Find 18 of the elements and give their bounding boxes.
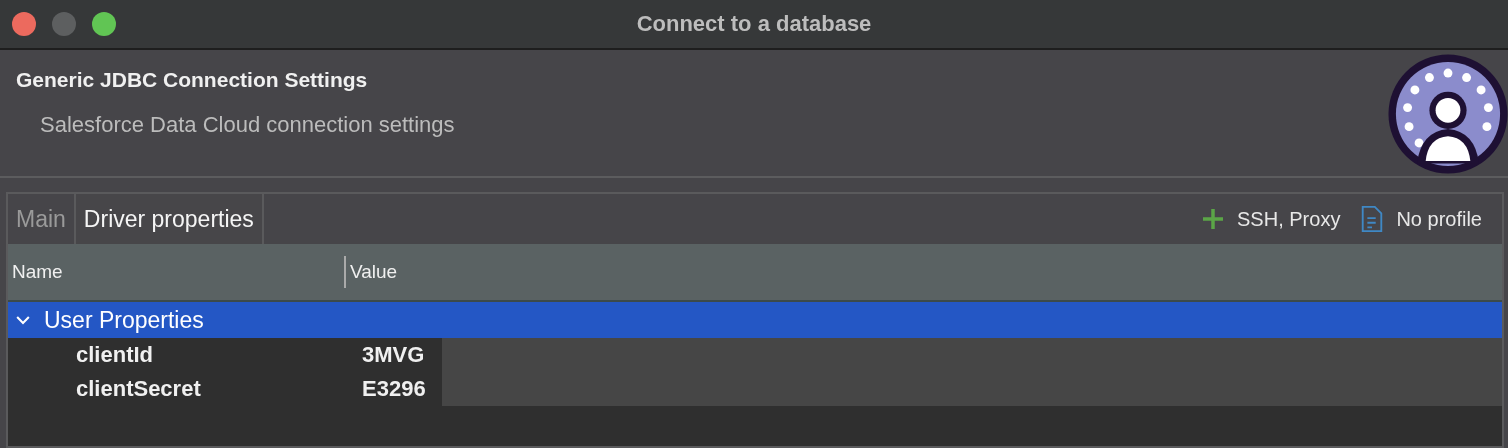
document-icon — [1360, 206, 1385, 232]
close-button[interactable] — [12, 12, 36, 36]
group-label: User Properties — [44, 306, 204, 334]
property-name: clientId — [75, 342, 154, 368]
user-avatar-icon — [1386, 52, 1508, 176]
column-header[interactable]: Name — [8, 256, 346, 288]
ssh-proxy-button[interactable]: SSH, Proxy — [1201, 194, 1361, 244]
window-title: Connect to a database — [636, 11, 872, 37]
group-row[interactable]: User Properties — [8, 302, 1502, 338]
property-value: 3MVG — [361, 342, 426, 368]
page-subtitle: Salesforce Data Cloud connection settings — [39, 112, 455, 138]
zoom-button[interactable] — [92, 12, 116, 36]
column-header[interactable]: Value — [346, 261, 398, 283]
page-title: Generic JDBC Connection Settings — [16, 68, 369, 92]
plus-icon — [1201, 206, 1226, 232]
property-value: E3296 — [361, 376, 427, 402]
property-name: clientSecret — [75, 376, 202, 402]
profile-button[interactable]: No profile — [1360, 194, 1502, 244]
